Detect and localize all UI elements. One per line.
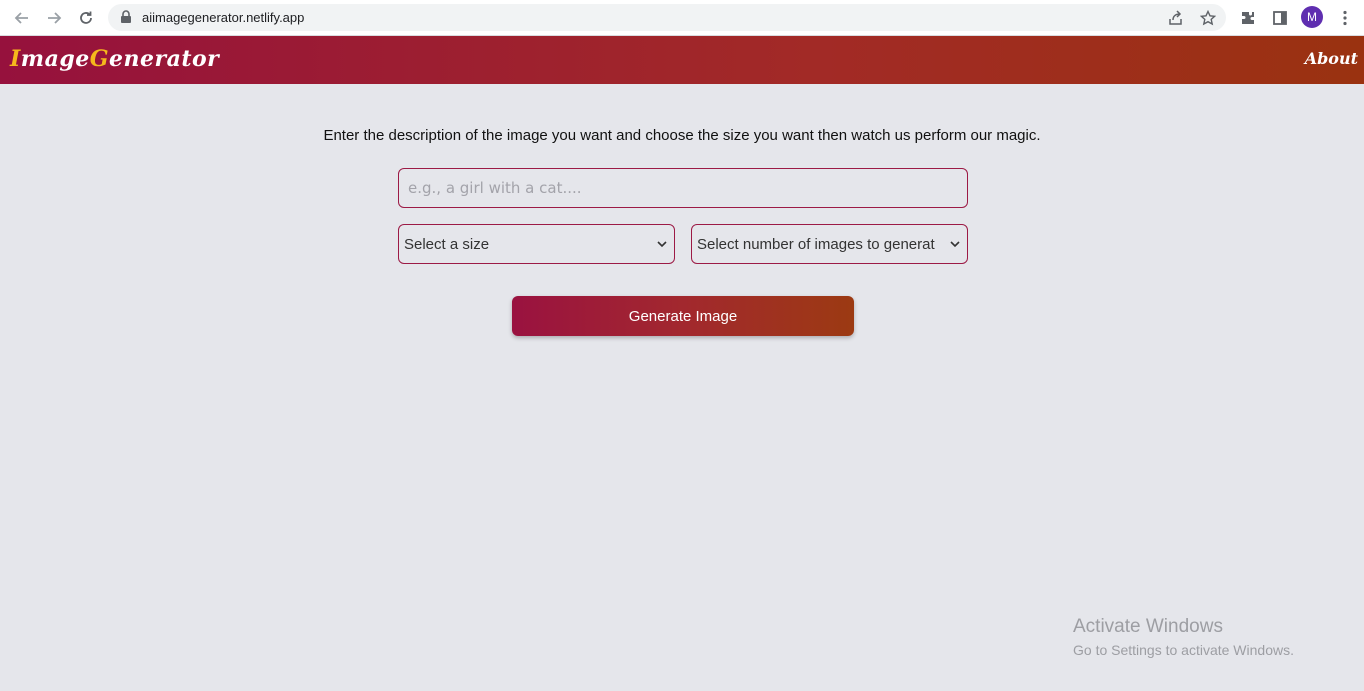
chevron-down-icon (948, 237, 962, 251)
image-count-select-value: Select number of images to generat (697, 235, 935, 253)
logo-second-letter: G (89, 46, 110, 72)
prompt-input[interactable] (398, 168, 968, 208)
logo-first-letter: I (10, 46, 21, 72)
browser-toolbar: aiimagegenerator.netlify.app M (0, 0, 1364, 36)
intro-text: Enter the description of the image you w… (323, 127, 1041, 144)
activate-windows-title: Activate Windows (1073, 616, 1223, 637)
chevron-down-icon (655, 237, 669, 251)
app-header: ImageGenerator About (0, 36, 1364, 84)
lock-icon[interactable] (120, 10, 132, 29)
forward-arrow-icon[interactable] (42, 6, 66, 30)
generate-image-button[interactable]: Generate Image (512, 296, 854, 336)
address-bar[interactable]: aiimagegenerator.netlify.app (108, 4, 1226, 31)
activate-windows-subtitle: Go to Settings to activate Windows. (1073, 642, 1294, 658)
logo-part-2: enerator (109, 46, 220, 72)
back-arrow-icon[interactable] (10, 6, 34, 30)
avatar[interactable]: M (1301, 6, 1323, 28)
star-icon[interactable] (1198, 8, 1218, 28)
reload-icon[interactable] (74, 6, 98, 30)
menu-icon[interactable] (1334, 7, 1356, 29)
image-count-select[interactable]: Select number of images to generat (691, 224, 968, 264)
logo[interactable]: ImageGenerator (10, 46, 219, 72)
about-link[interactable]: About (1305, 49, 1358, 68)
side-panel-icon[interactable] (1269, 7, 1291, 29)
share-icon[interactable] (1166, 8, 1186, 28)
extensions-icon[interactable] (1237, 7, 1259, 29)
size-select-value: Select a size (404, 235, 490, 253)
logo-part-1: mage (20, 46, 90, 72)
url-text: aiimagegenerator.netlify.app (142, 10, 305, 25)
size-select[interactable]: Select a size (398, 224, 675, 264)
